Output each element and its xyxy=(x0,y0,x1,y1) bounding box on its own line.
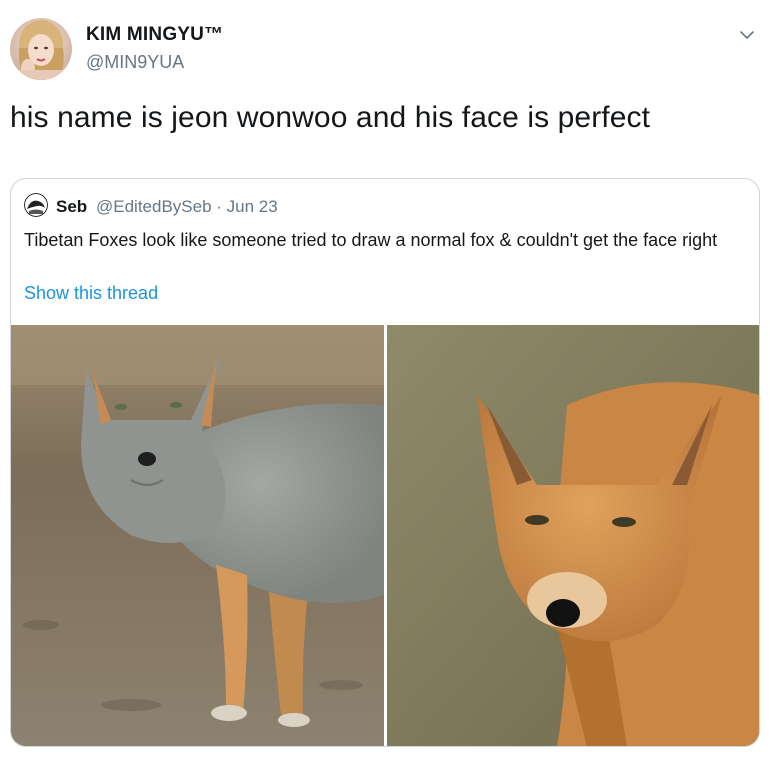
media-photo-grey-fox[interactable] xyxy=(11,325,384,746)
show-thread-link[interactable]: Show this thread xyxy=(24,283,158,304)
quoted-author-name[interactable]: Seb xyxy=(56,197,87,217)
chevron-down-icon[interactable] xyxy=(736,24,758,46)
profile-photo-icon xyxy=(10,18,72,80)
grey-fox-photo-icon xyxy=(11,325,384,746)
quoted-tweet-card[interactable]: Seb @EditedBySeb · Jun 23 Tibetan Foxes … xyxy=(10,178,760,747)
author-avatar[interactable] xyxy=(10,18,72,80)
quoted-author-avatar[interactable] xyxy=(24,193,48,217)
quoted-author-meta[interactable]: @EditedBySeb · Jun 23 xyxy=(96,197,278,217)
quoted-tweet-text: Tibetan Foxes look like someone tried to… xyxy=(24,230,718,250)
orange-fox-photo-icon xyxy=(387,325,759,746)
tweet-text: his name is jeon wonwoo and his face is … xyxy=(10,101,651,134)
media-photo-orange-fox[interactable] xyxy=(387,325,759,746)
profile-photo-icon xyxy=(24,193,48,217)
author-display-name[interactable]: KIM MINGYU™ xyxy=(86,24,223,46)
tweet: KIM MINGYU™ @MIN9YUA his name is jeon wo… xyxy=(0,0,770,762)
author-handle[interactable]: @MIN9YUA xyxy=(86,52,184,73)
